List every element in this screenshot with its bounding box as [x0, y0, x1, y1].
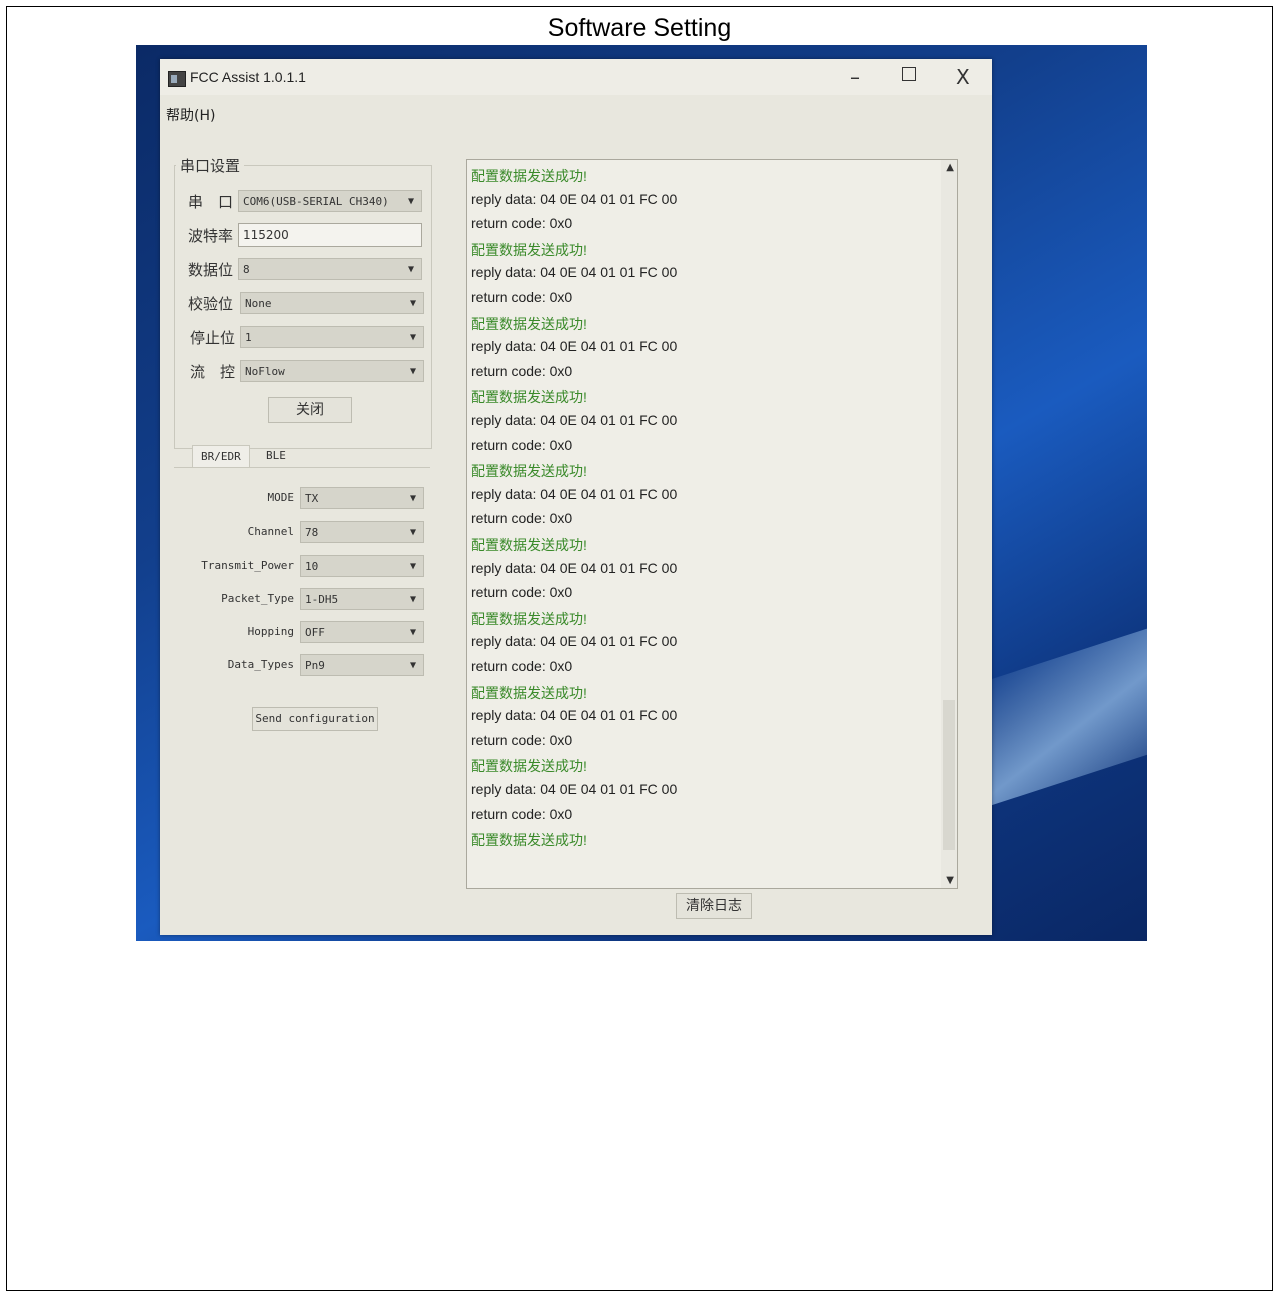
packet-type-value: 1-DH5	[305, 593, 339, 606]
hopping-select[interactable]: OFF ▼	[300, 621, 424, 643]
dropdown-arrow-icon: ▼	[409, 493, 416, 504]
data-types-select[interactable]: Pn9 ▼	[300, 654, 424, 676]
maximize-button[interactable]	[902, 67, 916, 81]
dropdown-arrow-icon: ▼	[409, 561, 416, 572]
log-line: reply data: 04 0E 04 01 01 FC 00	[471, 412, 678, 428]
log-line: 配置数据发送成功!	[471, 463, 587, 480]
scroll-thumb[interactable]	[943, 700, 955, 850]
dropdown-arrow-icon: ▼	[409, 298, 416, 309]
flow-label: 流 控	[190, 363, 236, 381]
menu-help[interactable]: 帮助(H)	[166, 105, 215, 125]
dropdown-arrow-icon: ▼	[409, 332, 416, 343]
log-line: 配置数据发送成功!	[471, 241, 587, 258]
dropdown-arrow-icon: ▼	[409, 594, 416, 605]
serial-close-button[interactable]: 关闭	[268, 397, 352, 423]
log-line: return code: 0x0	[471, 584, 573, 601]
log-line: reply data: 04 0E 04 01 01 FC 00	[471, 485, 678, 502]
log-line: return code: 0x0	[471, 658, 573, 674]
flow-select[interactable]: NoFlow ▼	[240, 360, 424, 382]
data-bits-select[interactable]: 8 ▼	[238, 258, 422, 280]
log-line: return code: 0x0	[471, 215, 573, 232]
log-line: reply data: 04 0E 04 01 01 FC 00	[471, 190, 678, 207]
data-bits-value: 8	[243, 263, 250, 276]
clear-log-button[interactable]: 清除日志	[676, 893, 752, 919]
log-line: return code: 0x0	[471, 731, 573, 748]
close-button[interactable]: X	[956, 65, 970, 89]
tab-br-edr[interactable]: BR/EDR	[192, 445, 250, 468]
send-configuration-button[interactable]: Send configuration	[252, 707, 378, 731]
scroll-up-icon[interactable]: ▲	[946, 162, 954, 173]
log-line: 配置数据发送成功!	[471, 758, 587, 775]
log-line: 配置数据发送成功!	[471, 168, 587, 184]
hopping-label: Hopping	[247, 625, 294, 638]
log-line: 配置数据发送成功!	[471, 684, 587, 701]
window-title: FCC Assist 1.0.1.1	[190, 69, 306, 85]
log-output[interactable]: 配置数据发送成功! reply data: 04 0E 04 01 01 FC 0…	[466, 159, 958, 889]
stop-bits-select[interactable]: 1 ▼	[240, 326, 424, 348]
log-line: 配置数据发送成功!	[471, 389, 587, 406]
serial-group-title: 串口设置	[176, 155, 245, 176]
stop-bits-label: 停止位	[190, 329, 236, 347]
port-label: 串 口	[188, 193, 234, 211]
log-line: return code: 0x0	[471, 362, 573, 379]
log-line: reply data: 04 0E 04 01 01 FC 00	[471, 264, 678, 281]
parity-select[interactable]: None ▼	[240, 292, 424, 314]
dropdown-arrow-icon: ▼	[409, 366, 416, 377]
app-window: FCC Assist 1.0.1.1 – X 帮助(H) 串口设置 串 口 CO…	[160, 59, 992, 935]
dropdown-arrow-icon: ▼	[407, 196, 414, 207]
transmit-power-value: 10	[305, 560, 319, 573]
data-bits-label: 数据位	[188, 261, 234, 279]
log-line: 配置数据发送成功!	[471, 610, 587, 627]
dropdown-arrow-icon: ▼	[409, 660, 416, 671]
channel-value: 78	[305, 526, 319, 539]
log-line: return code: 0x0	[471, 510, 573, 527]
figure-caption: Software Setting	[547, 14, 732, 42]
tab-ble[interactable]: BLE	[258, 445, 294, 467]
mode-label: MODE	[267, 491, 295, 504]
log-line: 配置数据发送成功!	[471, 315, 587, 332]
minimize-button[interactable]: –	[850, 65, 860, 89]
hopping-value: OFF	[305, 626, 325, 639]
data-types-label: Data_Types	[227, 658, 294, 671]
baud-input[interactable]: 115200	[238, 223, 422, 247]
stop-bits-value: 1	[245, 331, 252, 344]
dropdown-arrow-icon: ▼	[409, 627, 416, 638]
data-types-value: Pn9	[305, 659, 325, 672]
transmit-power-label: Transmit_Power	[201, 559, 294, 572]
baud-label: 波特率	[188, 227, 234, 245]
scroll-down-icon[interactable]: ▼	[946, 875, 954, 886]
log-line: 配置数据发送成功!	[471, 832, 587, 849]
log-scrollbar[interactable]: ▲ ▼	[941, 160, 957, 888]
mode-select[interactable]: TX ▼	[300, 487, 424, 509]
packet-type-select[interactable]: 1-DH5 ▼	[300, 588, 424, 610]
dropdown-arrow-icon: ▼	[407, 264, 414, 275]
app-icon	[168, 71, 186, 87]
channel-label: Channel	[247, 525, 294, 538]
log-line: 配置数据发送成功!	[471, 537, 587, 553]
log-line: reply data: 04 0E 04 01 01 FC 00	[471, 707, 678, 724]
screenshot-photo: FCC Assist 1.0.1.1 – X 帮助(H) 串口设置 串 口 CO…	[136, 45, 1147, 941]
log-line: return code: 0x0	[471, 436, 573, 453]
log-line: reply data: 04 0E 04 01 01 FC 00	[471, 781, 678, 797]
transmit-power-select[interactable]: 10 ▼	[300, 555, 424, 577]
parity-value: None	[245, 297, 272, 310]
channel-select[interactable]: 78 ▼	[300, 521, 424, 543]
log-line: reply data: 04 0E 04 01 01 FC 00	[471, 338, 678, 355]
port-select[interactable]: COM6(USB-SERIAL CH340) ▼	[238, 190, 422, 212]
flow-value: NoFlow	[245, 365, 285, 378]
packet-type-label: Packet_Type	[221, 592, 294, 605]
log-line: return code: 0x0	[471, 289, 573, 305]
log-line: reply data: 04 0E 04 01 01 FC 00	[471, 559, 678, 576]
dropdown-arrow-icon: ▼	[409, 527, 416, 538]
log-line: reply data: 04 0E 04 01 01 FC 00	[471, 633, 678, 650]
port-value: COM6(USB-SERIAL CH340)	[243, 195, 389, 208]
log-line: return code: 0x0	[471, 805, 573, 822]
title-bar: FCC Assist 1.0.1.1 – X	[160, 59, 992, 95]
mode-value: TX	[305, 492, 319, 505]
parity-label: 校验位	[188, 295, 234, 313]
